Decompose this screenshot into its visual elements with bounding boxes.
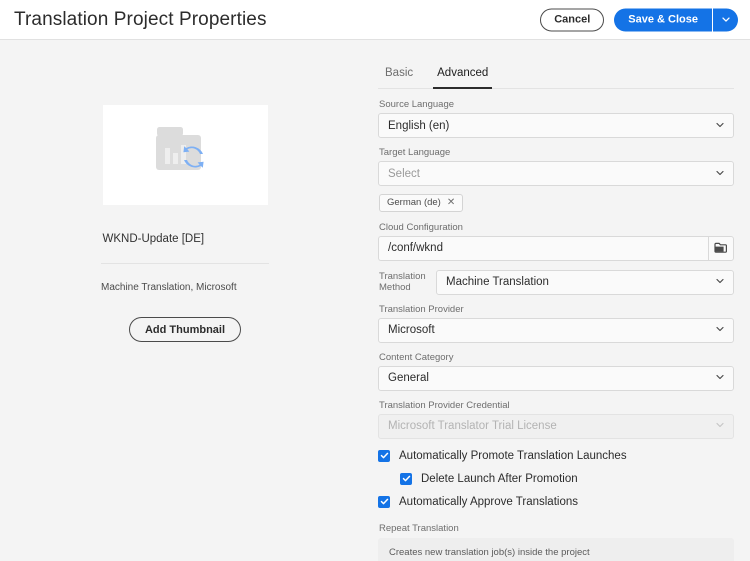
cloud-configuration-label: Cloud Configuration (379, 221, 463, 233)
tab-basic[interactable]: Basic (384, 65, 414, 88)
chevron-down-icon (715, 420, 725, 433)
close-icon[interactable]: ✕ (447, 197, 455, 208)
translation-provider-credential-label: Translation Provider Credential (379, 399, 510, 411)
cloud-configuration-row: /conf/wknd (378, 235, 734, 261)
chevron-down-icon (715, 324, 725, 337)
field-target-language: Target Language Select German (de) ✕ (378, 147, 734, 212)
translation-method-label: Translation Method (379, 271, 426, 293)
chip-german-de[interactable]: German (de) ✕ (379, 193, 464, 212)
translation-provider-select[interactable]: Microsoft (378, 317, 734, 343)
page-title: Translation Project Properties (14, 8, 267, 30)
cancel-button[interactable]: Cancel (540, 8, 605, 31)
chevron-down-icon (715, 167, 725, 180)
properties-tabs: Basic Advanced (378, 65, 734, 89)
save-options-chevron-down-icon[interactable] (712, 8, 738, 31)
checkbox-checked-icon (378, 449, 390, 462)
cloud-configuration-input[interactable]: /conf/wknd (378, 235, 708, 261)
checkbox-label: Delete Launch After Promotion (421, 472, 578, 485)
content-category-value: General (388, 372, 429, 384)
project-sync-folder-icon (156, 127, 204, 170)
field-translation-method: Translation Method Machine Translation (378, 269, 734, 295)
add-thumbnail-button[interactable]: Add Thumbnail (128, 317, 242, 342)
properties-body: WKND-Update [DE] Machine Translation, Mi… (0, 40, 750, 561)
repeat-translation-hint: Creates new translation job(s) inside th… (389, 546, 590, 558)
target-language-placeholder: Select (388, 167, 420, 180)
repeat-translation-label: Repeat Translation (379, 522, 459, 534)
asset-title: WKND-Update [DE] (102, 233, 205, 245)
cloud-configuration-value: /conf/wknd (388, 242, 443, 254)
advanced-form: Source Language English (en) Target Lang… (378, 89, 734, 561)
chevron-down-icon (715, 372, 725, 385)
translation-provider-label: Translation Provider (379, 303, 464, 315)
translation-method-value: Machine Translation (446, 276, 549, 288)
source-language-value: English (en) (388, 119, 450, 132)
header-actions: Cancel Save & Close (540, 8, 738, 31)
tab-advanced[interactable]: Advanced (433, 65, 493, 89)
checkbox-auto-approve-translations[interactable]: Automatically Approve Translations (378, 495, 734, 508)
chevron-down-icon (715, 119, 725, 132)
field-source-language: Source Language English (en) (378, 99, 734, 138)
project-thumbnail (102, 105, 268, 205)
checkbox-delete-launch-after-promotion[interactable]: Delete Launch After Promotion (400, 472, 734, 485)
save-and-close-button[interactable]: Save & Close (614, 8, 712, 31)
field-cloud-configuration: Cloud Configuration /conf/wknd (378, 222, 734, 261)
repeat-translation-panel: Creates new translation job(s) inside th… (378, 537, 734, 561)
source-language-select[interactable]: English (en) (378, 113, 734, 138)
checkbox-checked-icon (378, 495, 390, 508)
translation-provider-value: Microsoft (388, 324, 435, 336)
target-language-chips: German (de) ✕ (378, 192, 734, 212)
folder-icon[interactable] (708, 235, 734, 261)
save-close-split-button: Save & Close (614, 8, 738, 31)
checkbox-auto-promote-translation-launches[interactable]: Automatically Promote Translation Launch… (378, 449, 734, 462)
checkbox-label: Automatically Promote Translation Launch… (399, 449, 627, 462)
translation-provider-credential-select: Microsoft Translator Trial License (378, 413, 734, 439)
pane-divider (101, 263, 269, 264)
translation-method-select[interactable]: Machine Translation (436, 269, 734, 295)
target-language-select[interactable]: Select (378, 161, 734, 186)
app-header: Translation Project Properties Cancel Sa… (0, 0, 750, 40)
translation-provider-credential-value: Microsoft Translator Trial License (388, 420, 557, 432)
chip-label: German (de) (387, 197, 441, 208)
asset-metadata: Machine Translation, Microsoft (101, 282, 237, 293)
content-category-label: Content Category (379, 351, 454, 363)
content-category-select[interactable]: General (378, 365, 734, 391)
properties-form-pane: Basic Advanced Source Language English (… (370, 65, 750, 561)
source-language-label: Source Language (379, 99, 455, 110)
chevron-down-icon (715, 276, 725, 289)
asset-preview-pane: WKND-Update [DE] Machine Translation, Mi… (0, 65, 370, 561)
field-translation-provider-credential: Translation Provider Credential Microsof… (378, 400, 734, 439)
checkbox-checked-icon (400, 472, 412, 485)
target-language-label: Target Language (379, 147, 451, 158)
field-content-category: Content Category General (378, 352, 734, 391)
field-translation-provider: Translation Provider Microsoft (378, 304, 734, 343)
checkbox-label: Automatically Approve Translations (399, 495, 578, 508)
